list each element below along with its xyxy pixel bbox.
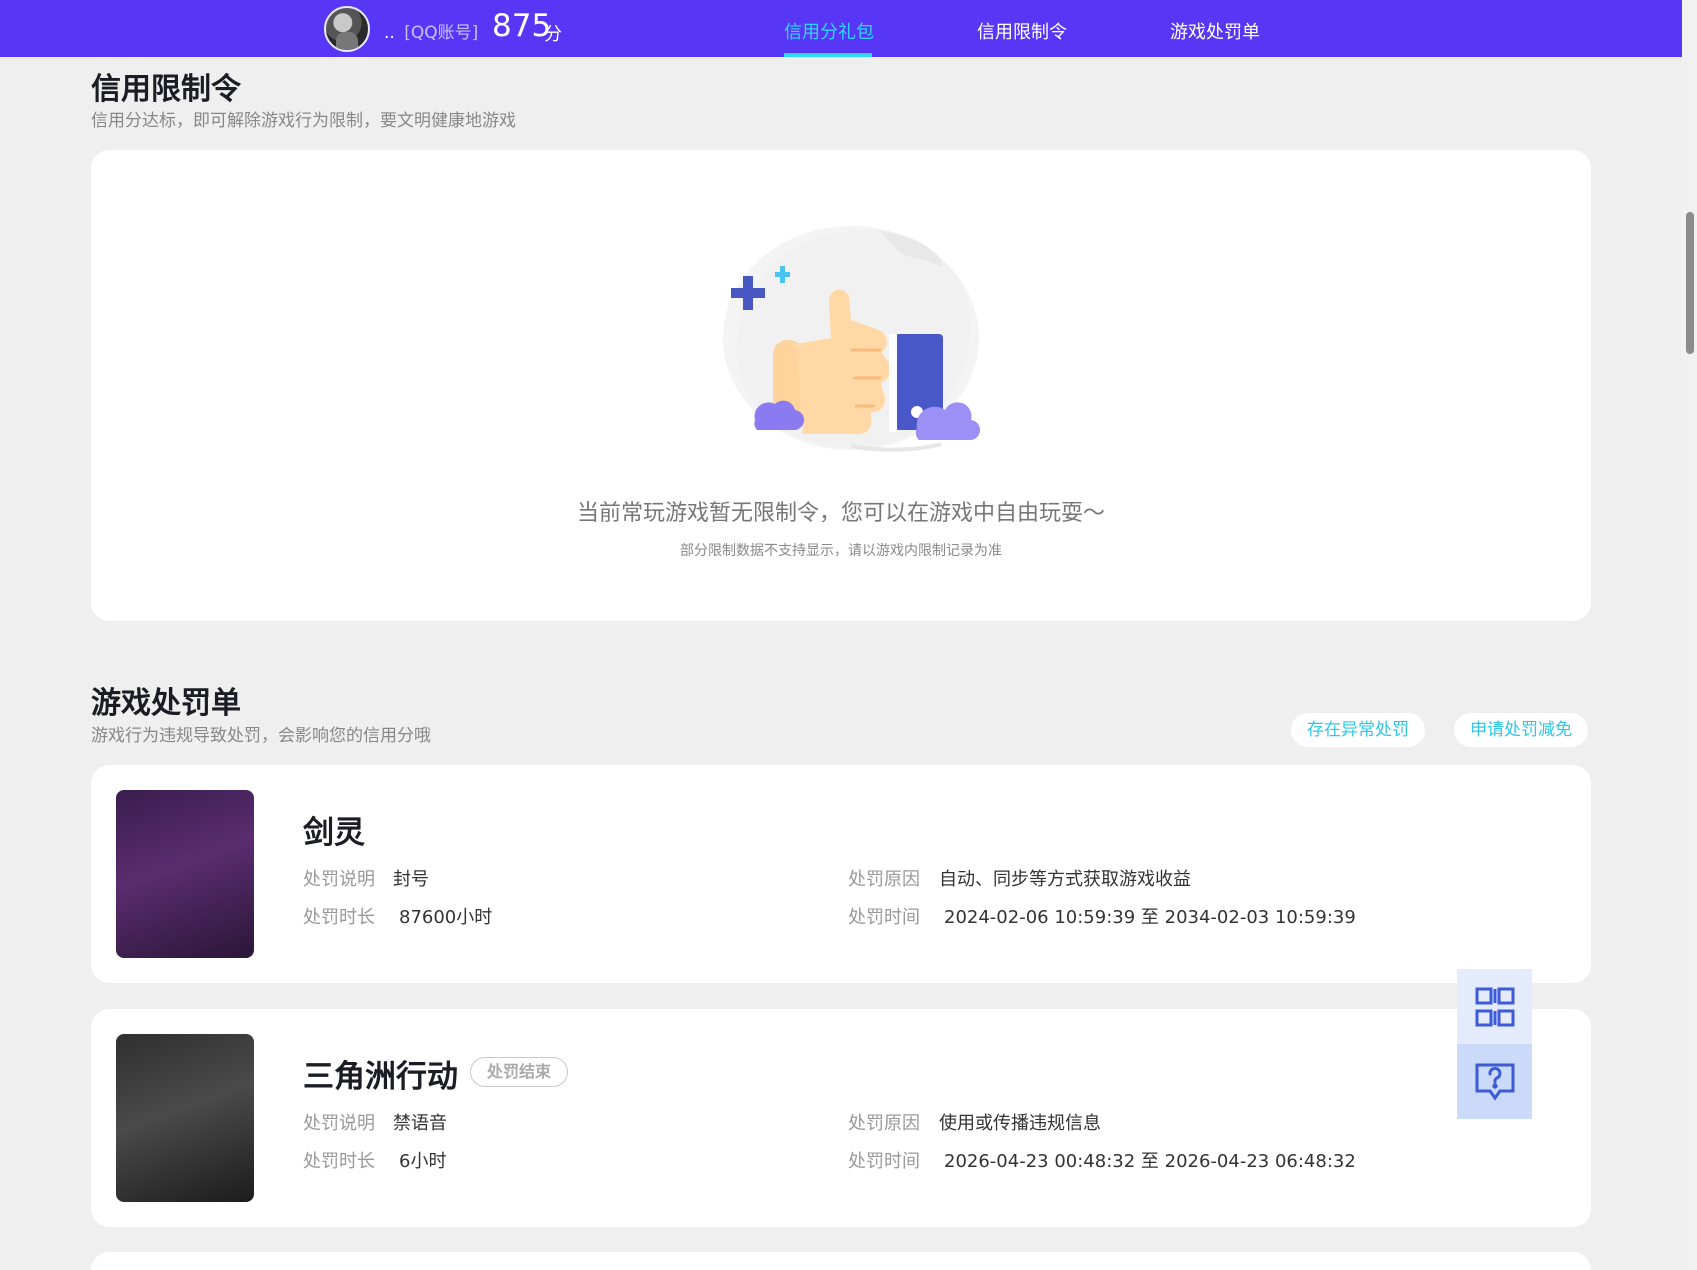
- penalty-section-subtitle: 游戏行为违规导致处罚，会影响您的信用分哦: [91, 726, 431, 746]
- help-button[interactable]: [1457, 1044, 1532, 1119]
- avatar[interactable]: [324, 6, 370, 52]
- appeal-penalty-button[interactable]: 申请处罚减免: [1454, 713, 1588, 747]
- abnormal-penalty-button[interactable]: 存在异常处罚: [1291, 713, 1425, 747]
- penalty-time-label: 处罚时间: [848, 1151, 920, 1172]
- penalty-desc-value: 封号: [393, 869, 429, 890]
- scrollbar-thumb[interactable]: [1686, 212, 1694, 354]
- penalty-reason-value: 自动、同步等方式获取游戏收益: [939, 869, 1191, 890]
- penalty-reason-label: 处罚原因: [848, 1113, 920, 1134]
- penalty-desc-label: 处罚说明: [303, 1113, 375, 1134]
- penalty-desc-value: 禁语音: [393, 1113, 447, 1134]
- penalty-duration-label: 处罚时长: [303, 907, 375, 928]
- penalty-reason-label: 处罚原因: [848, 869, 920, 890]
- restriction-section-subtitle: 信用分达标，即可解除游戏行为限制，要文明健康地游戏: [91, 111, 516, 131]
- penalty-time-label: 处罚时间: [848, 907, 920, 928]
- credit-score: 875: [492, 8, 552, 44]
- active-tab-indicator: [784, 53, 872, 57]
- empty-restriction-message: 当前常玩游戏暂无限制令，您可以在游戏中自由玩耍～: [576, 501, 1105, 526]
- scrollbar-track[interactable]: [1682, 0, 1697, 1270]
- penalty-card-partial: [91, 1252, 1591, 1270]
- penalty-section-title: 游戏处罚单: [91, 686, 241, 721]
- floating-tools: [1457, 969, 1532, 1119]
- penalty-reason-value: 使用或传播违规信息: [939, 1113, 1101, 1134]
- tab-credit-gift[interactable]: 信用分礼包: [784, 18, 874, 44]
- tab-game-penalty[interactable]: 游戏处罚单: [1170, 18, 1260, 44]
- thumbs-up-illustration: [723, 226, 981, 452]
- restriction-empty-card: 当前常玩游戏暂无限制令，您可以在游戏中自由玩耍～ 部分限制数据不支持显示，请以游…: [91, 150, 1591, 621]
- tab-credit-restriction[interactable]: 信用限制令: [977, 18, 1067, 44]
- empty-restriction-note: 部分限制数据不支持显示，请以游戏内限制记录为准: [680, 543, 1002, 559]
- account-info: .. [QQ账号]: [384, 18, 478, 43]
- penalty-status-badge: 处罚结束: [470, 1057, 569, 1087]
- qr-code-button[interactable]: [1457, 969, 1532, 1044]
- penalty-card[interactable]: 三角洲行动 处罚结束 处罚说明 禁语音 处罚时长 6小时 处罚原因 使用或传播违…: [91, 1009, 1591, 1227]
- penalty-desc-label: 处罚说明: [303, 869, 375, 890]
- penalty-card[interactable]: 剑灵 处罚说明 封号 处罚时长 87600小时 处罚原因 自动、同步等方式获取游…: [91, 765, 1591, 983]
- penalty-time-value: 2026-04-23 00:48:32 至 2026-04-23 06:48:3…: [944, 1151, 1356, 1172]
- game-name: 三角洲行动: [303, 1059, 458, 1095]
- credit-score-unit: 分: [544, 24, 562, 45]
- penalty-duration-value: 87600小时: [399, 907, 493, 928]
- penalty-time-value: 2024-02-06 10:59:39 至 2034-02-03 10:59:3…: [944, 907, 1356, 928]
- qr-code-icon: [1475, 987, 1514, 1026]
- game-cover-image: [116, 1034, 254, 1202]
- game-name: 剑灵: [303, 815, 365, 851]
- restriction-section-title: 信用限制令: [91, 72, 241, 107]
- game-cover-image: [116, 790, 254, 958]
- top-nav-bar: .. [QQ账号] 875 分 信用分礼包 信用限制令 游戏处罚单: [0, 0, 1682, 57]
- penalty-duration-label: 处罚时长: [303, 1151, 375, 1172]
- help-chat-icon: [1475, 1063, 1514, 1101]
- account-type-tag: [QQ账号]: [404, 23, 479, 43]
- penalty-duration-value: 6小时: [399, 1151, 447, 1172]
- account-name: ..: [384, 23, 395, 43]
